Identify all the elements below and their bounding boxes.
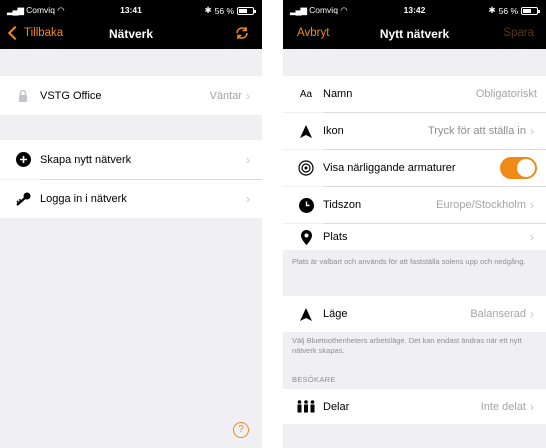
nearby-toggle[interactable] <box>500 157 537 179</box>
timezone-row[interactable]: Tidszon Europe/Stockholm › <box>283 187 546 223</box>
right-screen: ▂▄▆ Comviq ◠ 13:42 ✱ 56 % Avbryt Nytt nätv… <box>283 0 546 448</box>
network-row-vstg-office[interactable]: VSTG Office Väntar › <box>0 76 262 115</box>
battery-percent: 56 % <box>498 5 518 16</box>
chevron-right-icon: › <box>246 152 250 167</box>
nearby-fixtures-row: Visa närliggande armaturer <box>283 150 546 186</box>
mode-value: Balanserad <box>470 308 526 320</box>
battery-icon <box>237 6 256 15</box>
page-title: Nätverk <box>108 27 154 41</box>
bluetooth-icon: ✱ <box>488 5 496 15</box>
lock-icon <box>10 89 36 103</box>
clock-icon <box>293 197 319 213</box>
bluetooth-icon: ✱ <box>204 5 212 15</box>
chevron-right-icon: › <box>246 192 250 206</box>
visitors-header: BESÖKARE <box>292 375 336 384</box>
chevron-right-icon: › <box>530 230 534 244</box>
radar-icon <box>293 160 319 176</box>
location-row[interactable]: Plats › <box>283 224 546 250</box>
nav-bar: Tillbaka Nätverk <box>0 19 262 49</box>
mode-note: Välj Bluetoothenheters arbetsläge. Det k… <box>292 336 522 355</box>
chevron-right-icon: › <box>530 198 534 212</box>
plus-circle-icon <box>10 152 36 167</box>
navigation-arrow-icon <box>293 307 319 321</box>
save-button[interactable]: Spara <box>503 27 534 39</box>
battery-percent: 56 % <box>214 5 234 16</box>
icon-row[interactable]: Ikon Tryck för att ställa in › <box>283 113 546 149</box>
navigation-arrow-icon <box>293 124 319 138</box>
login-network-label: Logga in i nätverk <box>40 193 127 205</box>
create-network-label: Skapa nytt nätverk <box>40 153 132 166</box>
name-label: Namn <box>323 88 353 100</box>
chevron-right-icon: › <box>246 88 250 103</box>
timezone-value: Europe/Stockholm <box>436 199 526 211</box>
nearby-label: Visa närliggande armaturer <box>323 162 456 174</box>
status-bar: ▂▄▆ Comviq ◠ 13:41 ✱ 56 % <box>0 0 262 19</box>
key-icon <box>10 192 36 206</box>
name-row[interactable]: Aa Namn Obligatoriskt <box>283 76 546 112</box>
toggle-knob <box>517 159 535 177</box>
icon-label: Ikon <box>323 125 344 137</box>
login-network-row[interactable]: Logga in i nätverk › <box>0 180 262 218</box>
chevron-right-icon: › <box>530 399 534 414</box>
chevron-right-icon: › <box>530 307 534 321</box>
create-network-row[interactable]: Skapa nytt nätverk › <box>0 140 262 179</box>
people-icon <box>293 400 319 413</box>
refresh-button[interactable] <box>234 25 250 44</box>
help-button[interactable]: ? <box>233 422 249 438</box>
name-input[interactable]: Obligatoriskt <box>476 88 537 100</box>
nav-bar: Avbryt Nytt nätverk Spara <box>283 19 546 49</box>
location-note: Plats är valbart och används för att fas… <box>292 257 526 266</box>
share-row[interactable]: Delar Inte delat › <box>283 389 546 424</box>
location-label: Plats <box>323 231 348 243</box>
status-bar: ▂▄▆ Comviq ◠ 13:42 ✱ 56 % <box>283 0 546 19</box>
refresh-icon <box>236 27 248 39</box>
share-value: Inte delat <box>480 400 526 413</box>
battery-icon <box>521 6 540 15</box>
timezone-label: Tidszon <box>323 199 362 211</box>
network-name: VSTG Office <box>40 89 102 102</box>
share-label: Delar <box>323 400 350 413</box>
network-status: Väntar <box>209 89 242 102</box>
icon-value: Tryck för att ställa in <box>427 125 526 137</box>
text-icon: Aa <box>299 88 313 100</box>
chevron-right-icon: › <box>530 124 534 138</box>
location-pin-icon <box>293 229 319 245</box>
left-screen: ▂▄▆ Comviq ◠ 13:41 ✱ 56 % Tillbaka Nätverk… <box>0 0 262 448</box>
mode-label: Läge <box>323 308 348 320</box>
mode-row[interactable]: Läge Balanserad › <box>283 296 546 332</box>
